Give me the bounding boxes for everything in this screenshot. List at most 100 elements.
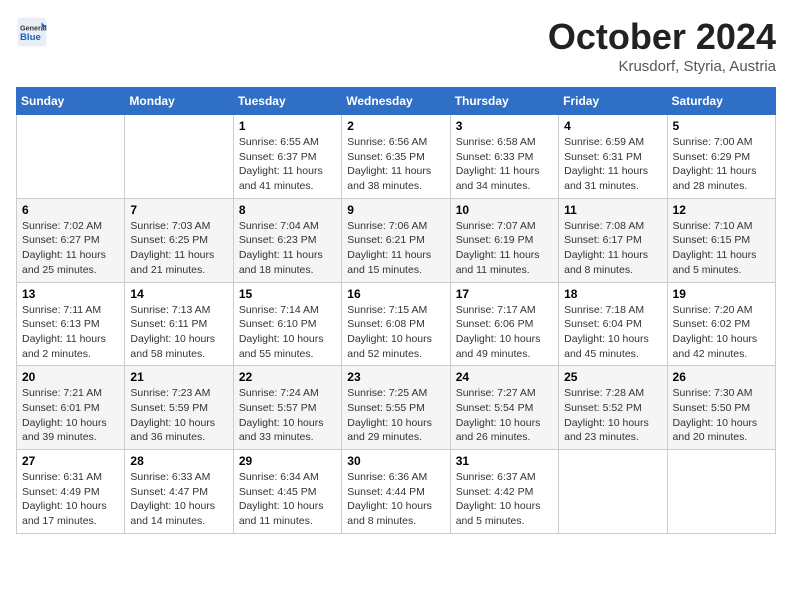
day-number: 16 — [347, 287, 444, 301]
weekday-header: Tuesday — [233, 88, 341, 115]
day-number: 1 — [239, 119, 336, 133]
calendar-day-cell: 26Sunrise: 7:30 AM Sunset: 5:50 PM Dayli… — [667, 366, 775, 450]
calendar-day-cell: 22 Sunrise: 7:24 AM Sunset: 5:57 PM Dayli… — [233, 366, 341, 450]
weekday-header: Sunday — [17, 88, 125, 115]
calendar-day-cell: 9Sunrise: 7:06 AM Sunset: 6:21 PM Daylig… — [342, 198, 450, 282]
calendar-header-row: SundayMondayTuesdayWednesdayThursdayFrid… — [17, 88, 776, 115]
weekday-header: Thursday — [450, 88, 558, 115]
weekday-header: Saturday — [667, 88, 775, 115]
day-number: 4 — [564, 119, 661, 133]
calendar-day-cell: 17 Sunrise: 7:17 AM Sunset: 6:06 PM Dayli… — [450, 282, 558, 366]
calendar-day-cell — [559, 450, 667, 534]
calendar-day-cell — [125, 115, 233, 199]
day-info: Sunrise: 7:07 AM Sunset: 6:19 PM Dayligh… — [456, 219, 553, 278]
calendar-week-row: 1Sunrise: 6:55 AM Sunset: 6:37 PM Daylig… — [17, 115, 776, 199]
calendar-day-cell: 30 Sunrise: 6:36 AM Sunset: 4:44 PM Dayli… — [342, 450, 450, 534]
day-info: Sunrise: 7:10 AM Sunset: 6:15 PM Dayligh… — [673, 219, 770, 278]
day-info: Sunrise: 6:59 AM Sunset: 6:31 PM Dayligh… — [564, 135, 661, 194]
location: Krusdorf, Styria, Austria — [548, 58, 776, 75]
day-number: 10 — [456, 203, 553, 217]
calendar-table: SundayMondayTuesdayWednesdayThursdayFrid… — [16, 87, 776, 534]
day-number: 30 — [347, 454, 444, 468]
calendar-day-cell: 21 Sunrise: 7:23 AM Sunset: 5:59 PM Dayli… — [125, 366, 233, 450]
calendar-day-cell: 13 Sunrise: 7:11 AM Sunset: 6:13 PM Dayli… — [17, 282, 125, 366]
calendar-week-row: 20 Sunrise: 7:21 AM Sunset: 6:01 PM Dayli… — [17, 366, 776, 450]
logo: General Blue — [16, 16, 48, 48]
day-info: Sunrise: 7:23 AM Sunset: 5:59 PM Dayligh… — [130, 386, 227, 445]
calendar-week-row: 13 Sunrise: 7:11 AM Sunset: 6:13 PM Dayli… — [17, 282, 776, 366]
logo-icon: General Blue — [16, 16, 48, 48]
month-title: October 2024 — [548, 16, 776, 58]
day-info: Sunrise: 7:17 AM Sunset: 6:06 PM Dayligh… — [456, 303, 553, 362]
calendar-day-cell: 28 Sunrise: 6:33 AM Sunset: 4:47 PM Dayli… — [125, 450, 233, 534]
day-info: Sunrise: 7:20 AM Sunset: 6:02 PM Dayligh… — [673, 303, 770, 362]
day-number: 7 — [130, 203, 227, 217]
day-number: 13 — [22, 287, 119, 301]
day-info: Sunrise: 7:04 AM Sunset: 6:23 PM Dayligh… — [239, 219, 336, 278]
calendar-day-cell: 20 Sunrise: 7:21 AM Sunset: 6:01 PM Dayli… — [17, 366, 125, 450]
calendar-day-cell: 18Sunrise: 7:18 AM Sunset: 6:04 PM Dayli… — [559, 282, 667, 366]
day-number: 26 — [673, 370, 770, 384]
day-number: 29 — [239, 454, 336, 468]
day-info: Sunrise: 7:08 AM Sunset: 6:17 PM Dayligh… — [564, 219, 661, 278]
day-info: Sunrise: 6:34 AM Sunset: 4:45 PM Dayligh… — [239, 470, 336, 529]
day-info: Sunrise: 7:21 AM Sunset: 6:01 PM Dayligh… — [22, 386, 119, 445]
day-info: Sunrise: 6:56 AM Sunset: 6:35 PM Dayligh… — [347, 135, 444, 194]
day-info: Sunrise: 7:06 AM Sunset: 6:21 PM Dayligh… — [347, 219, 444, 278]
day-info: Sunrise: 7:13 AM Sunset: 6:11 PM Dayligh… — [130, 303, 227, 362]
calendar-week-row: 6 Sunrise: 7:02 AM Sunset: 6:27 PM Daylig… — [17, 198, 776, 282]
day-info: Sunrise: 6:36 AM Sunset: 4:44 PM Dayligh… — [347, 470, 444, 529]
calendar-day-cell: 1Sunrise: 6:55 AM Sunset: 6:37 PM Daylig… — [233, 115, 341, 199]
calendar-day-cell: 27Sunrise: 6:31 AM Sunset: 4:49 PM Dayli… — [17, 450, 125, 534]
day-number: 3 — [456, 119, 553, 133]
day-info: Sunrise: 7:00 AM Sunset: 6:29 PM Dayligh… — [673, 135, 770, 194]
day-number: 31 — [456, 454, 553, 468]
weekday-header: Monday — [125, 88, 233, 115]
day-info: Sunrise: 7:27 AM Sunset: 5:54 PM Dayligh… — [456, 386, 553, 445]
calendar-day-cell — [17, 115, 125, 199]
calendar-day-cell: 7Sunrise: 7:03 AM Sunset: 6:25 PM Daylig… — [125, 198, 233, 282]
calendar-day-cell: 31 Sunrise: 6:37 AM Sunset: 4:42 PM Dayli… — [450, 450, 558, 534]
day-number: 8 — [239, 203, 336, 217]
day-number: 20 — [22, 370, 119, 384]
calendar-day-cell: 11Sunrise: 7:08 AM Sunset: 6:17 PM Dayli… — [559, 198, 667, 282]
calendar-day-cell: 23 Sunrise: 7:25 AM Sunset: 5:55 PM Dayli… — [342, 366, 450, 450]
calendar-day-cell: 14Sunrise: 7:13 AM Sunset: 6:11 PM Dayli… — [125, 282, 233, 366]
day-number: 15 — [239, 287, 336, 301]
calendar-day-cell: 12 Sunrise: 7:10 AM Sunset: 6:15 PM Dayli… — [667, 198, 775, 282]
day-info: Sunrise: 7:02 AM Sunset: 6:27 PM Dayligh… — [22, 219, 119, 278]
calendar-day-cell: 4 Sunrise: 6:59 AM Sunset: 6:31 PM Daylig… — [559, 115, 667, 199]
day-number: 28 — [130, 454, 227, 468]
day-number: 12 — [673, 203, 770, 217]
calendar-day-cell: 25 Sunrise: 7:28 AM Sunset: 5:52 PM Dayli… — [559, 366, 667, 450]
day-number: 19 — [673, 287, 770, 301]
day-info: Sunrise: 6:31 AM Sunset: 4:49 PM Dayligh… — [22, 470, 119, 529]
day-number: 25 — [564, 370, 661, 384]
day-info: Sunrise: 6:58 AM Sunset: 6:33 PM Dayligh… — [456, 135, 553, 194]
calendar-day-cell: 5Sunrise: 7:00 AM Sunset: 6:29 PM Daylig… — [667, 115, 775, 199]
title-block: October 2024 Krusdorf, Styria, Austria — [548, 16, 776, 75]
day-info: Sunrise: 6:37 AM Sunset: 4:42 PM Dayligh… — [456, 470, 553, 529]
day-number: 23 — [347, 370, 444, 384]
day-number: 21 — [130, 370, 227, 384]
day-info: Sunrise: 7:11 AM Sunset: 6:13 PM Dayligh… — [22, 303, 119, 362]
svg-text:Blue: Blue — [20, 32, 41, 43]
day-info: Sunrise: 7:28 AM Sunset: 5:52 PM Dayligh… — [564, 386, 661, 445]
calendar-day-cell: 24 Sunrise: 7:27 AM Sunset: 5:54 PM Dayli… — [450, 366, 558, 450]
calendar-day-cell: 19 Sunrise: 7:20 AM Sunset: 6:02 PM Dayli… — [667, 282, 775, 366]
calendar-day-cell: 3 Sunrise: 6:58 AM Sunset: 6:33 PM Daylig… — [450, 115, 558, 199]
day-info: Sunrise: 7:24 AM Sunset: 5:57 PM Dayligh… — [239, 386, 336, 445]
calendar-day-cell: 10 Sunrise: 7:07 AM Sunset: 6:19 PM Dayli… — [450, 198, 558, 282]
day-info: Sunrise: 6:33 AM Sunset: 4:47 PM Dayligh… — [130, 470, 227, 529]
weekday-header: Friday — [559, 88, 667, 115]
calendar-day-cell: 2 Sunrise: 6:56 AM Sunset: 6:35 PM Daylig… — [342, 115, 450, 199]
day-number: 17 — [456, 287, 553, 301]
day-number: 22 — [239, 370, 336, 384]
weekday-header: Wednesday — [342, 88, 450, 115]
day-number: 2 — [347, 119, 444, 133]
calendar-week-row: 27Sunrise: 6:31 AM Sunset: 4:49 PM Dayli… — [17, 450, 776, 534]
calendar-day-cell: 29 Sunrise: 6:34 AM Sunset: 4:45 PM Dayli… — [233, 450, 341, 534]
day-number: 24 — [456, 370, 553, 384]
day-info: Sunrise: 7:25 AM Sunset: 5:55 PM Dayligh… — [347, 386, 444, 445]
day-number: 6 — [22, 203, 119, 217]
